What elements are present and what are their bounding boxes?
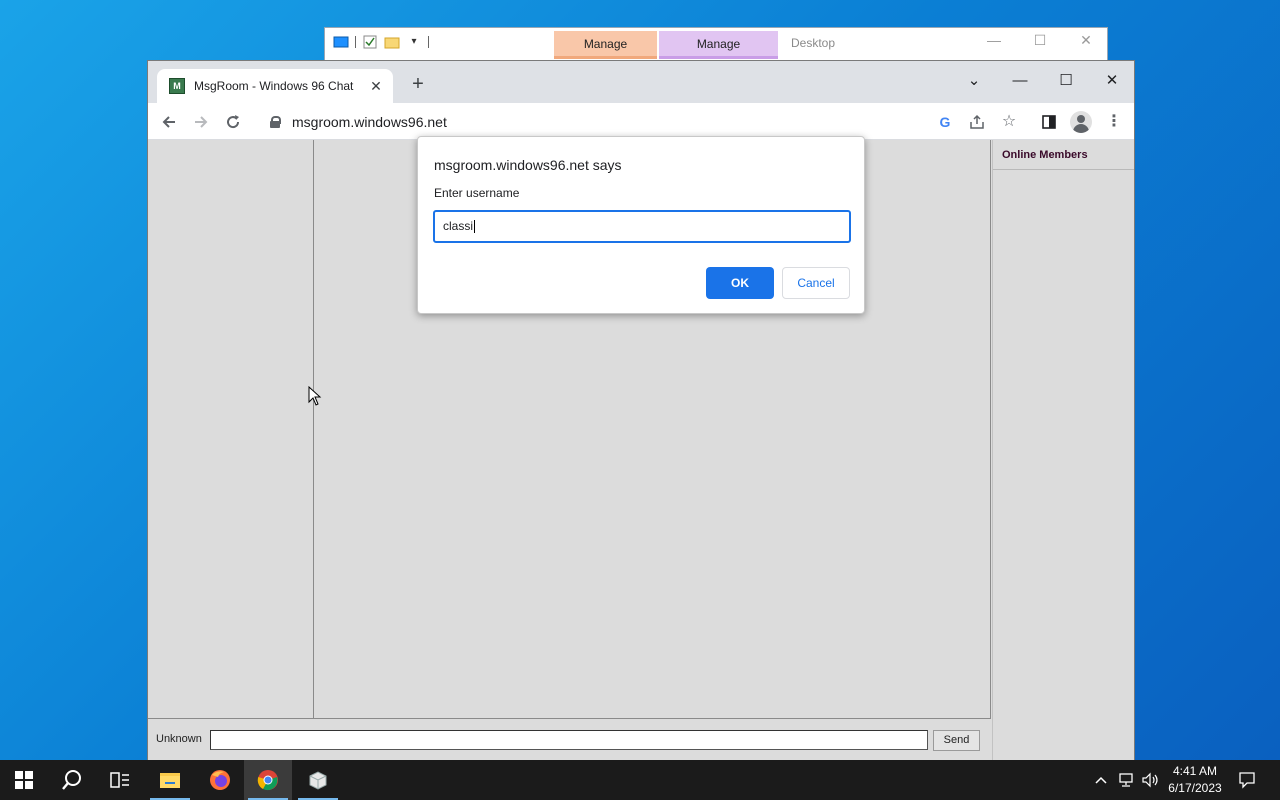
- browser-toolbar: msgroom.windows96.net G ☆ ⋮: [148, 103, 1134, 140]
- online-members-panel: Online Members: [992, 140, 1134, 760]
- address-bar[interactable]: msgroom.windows96.net: [258, 107, 958, 137]
- taskbar: 4:41 AM 6/17/2023: [0, 760, 1280, 800]
- reload-button[interactable]: [220, 109, 246, 135]
- firefox-app[interactable]: [196, 760, 244, 800]
- show-hidden-icons-chevron[interactable]: [1094, 760, 1108, 800]
- username-input[interactable]: classi: [433, 210, 851, 243]
- back-button[interactable]: [156, 109, 182, 135]
- explorer-icon[interactable]: [333, 34, 349, 50]
- manage-tab-picture-tools[interactable]: Manage: [659, 31, 778, 59]
- google-lens-icon[interactable]: G: [932, 109, 958, 135]
- minimize-button[interactable]: —: [997, 67, 1043, 95]
- quick-access-toolbar: ▾: [333, 34, 429, 50]
- clock-time: 4:41 AM: [1172, 764, 1218, 778]
- send-button[interactable]: Send: [933, 730, 980, 751]
- tab-title: MsgRoom - Windows 96 Chat: [194, 79, 354, 93]
- start-button[interactable]: [0, 760, 48, 800]
- side-panel-icon[interactable]: [1036, 109, 1062, 135]
- url-text: msgroom.windows96.net: [292, 114, 447, 130]
- explorer-title: Desktop: [791, 36, 836, 50]
- notifications-icon[interactable]: [1238, 760, 1256, 800]
- message-bar: Unknown Send: [148, 718, 991, 760]
- clock-date: 6/17/2023: [1168, 781, 1222, 795]
- chrome-icon: [257, 770, 278, 791]
- search-icon: [62, 770, 81, 790]
- explorer-window: ▾ Manage Manage Desktop — ☐ ✕: [324, 27, 1108, 61]
- sandbox-box-icon: [309, 771, 327, 790]
- task-view-icon: [110, 772, 129, 788]
- dialog-title: msgroom.windows96.net says: [434, 157, 622, 173]
- tab-close-icon[interactable]: ✕: [367, 77, 385, 95]
- new-folder-icon[interactable]: [384, 34, 400, 50]
- username-input-value: classi: [443, 219, 474, 233]
- ok-button[interactable]: OK: [706, 267, 774, 299]
- left-sidebar: [148, 140, 314, 718]
- message-input[interactable]: [210, 730, 928, 750]
- search-button[interactable]: [48, 760, 96, 800]
- msgroom-favicon-icon: M: [169, 78, 185, 94]
- volume-icon[interactable]: [1141, 760, 1161, 800]
- firefox-icon: [210, 770, 230, 790]
- mouse-pointer-icon: [308, 386, 322, 406]
- menu-kebab-icon[interactable]: ⋮: [1101, 109, 1127, 135]
- chrome-app[interactable]: [244, 760, 292, 800]
- forward-button[interactable]: [188, 109, 214, 135]
- manage-tab-drive-tools[interactable]: Manage: [554, 31, 657, 59]
- maximize-button[interactable]: ☐: [1043, 67, 1089, 95]
- file-explorer-app[interactable]: [146, 760, 194, 800]
- tab-strip: M MsgRoom - Windows 96 Chat ✕ + ⌄ — ☐ ✕: [148, 61, 1134, 103]
- customize-dropdown-icon[interactable]: ▾: [406, 34, 422, 50]
- tab-msgroom[interactable]: M MsgRoom - Windows 96 Chat ✕: [157, 69, 393, 103]
- share-icon[interactable]: [964, 109, 990, 135]
- tab-search-icon[interactable]: ⌄: [951, 67, 997, 95]
- task-view-button[interactable]: [96, 760, 144, 800]
- username-prompt-dialog: msgroom.windows96.net says Enter usernam…: [417, 136, 865, 314]
- maximize-icon[interactable]: ☐: [1017, 32, 1063, 49]
- divider: [428, 36, 429, 48]
- windows-logo-icon: [15, 771, 33, 789]
- lock-icon[interactable]: [270, 116, 281, 128]
- dialog-message: Enter username: [434, 186, 520, 200]
- new-tab-button[interactable]: +: [407, 74, 429, 96]
- properties-icon[interactable]: [362, 34, 378, 50]
- bookmark-star-icon[interactable]: ☆: [996, 109, 1022, 135]
- sandbox-app[interactable]: [294, 760, 342, 800]
- text-caret: [474, 220, 476, 234]
- close-icon[interactable]: ✕: [1063, 32, 1109, 49]
- members-header: Online Members: [993, 140, 1134, 170]
- folder-icon: [160, 773, 180, 788]
- nickname-label[interactable]: Unknown: [156, 733, 202, 745]
- close-window-button[interactable]: ✕: [1089, 67, 1135, 95]
- network-icon[interactable]: [1117, 760, 1135, 800]
- system-clock[interactable]: 4:41 AM 6/17/2023: [1161, 763, 1229, 797]
- cancel-button[interactable]: Cancel: [782, 267, 850, 299]
- minimize-icon[interactable]: —: [971, 32, 1017, 48]
- profile-avatar[interactable]: [1068, 109, 1094, 135]
- divider: [355, 36, 356, 48]
